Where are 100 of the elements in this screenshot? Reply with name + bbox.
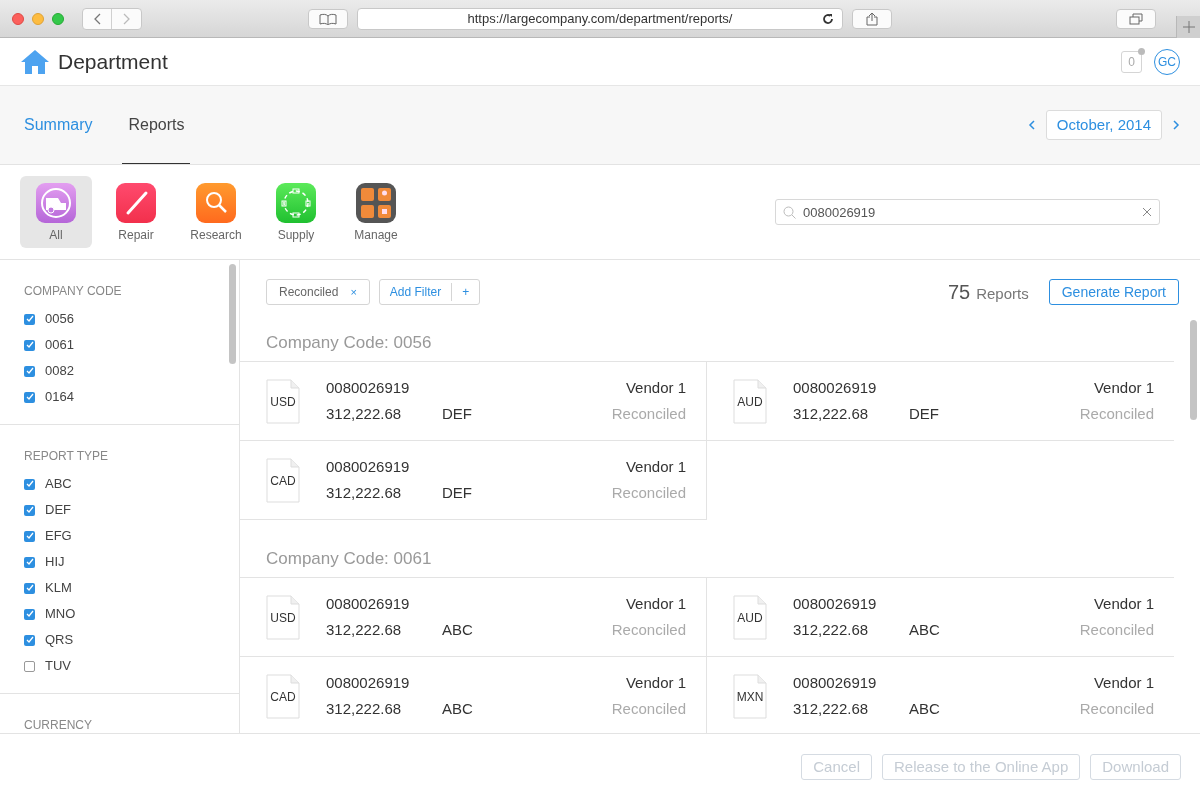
clear-icon[interactable] bbox=[1142, 207, 1152, 217]
currency-label: USD bbox=[270, 395, 296, 408]
section-heading: REPORT TYPE bbox=[24, 448, 110, 465]
report-card[interactable]: USD 0080026919 312,222.68 DEF Vendor 1 Reconciled bbox=[240, 362, 707, 441]
report-number: 0080026919 bbox=[326, 593, 411, 614]
search-icon bbox=[783, 206, 796, 219]
checkbox-label: KLM bbox=[45, 579, 72, 598]
report-card[interactable]: USD 0080026919 312,222.68 ABC Vendor 1 Reconciled bbox=[240, 578, 707, 657]
vendor-name: Vendor 1 bbox=[625, 593, 686, 614]
scrollbar[interactable] bbox=[1190, 320, 1197, 420]
category-tab[interactable]: Repair bbox=[100, 176, 172, 248]
book-icon bbox=[319, 13, 337, 25]
report-card[interactable]: CAD 0080026919 312,222.68 DEF Vendor 1 Reconciled bbox=[240, 441, 707, 520]
checkbox[interactable] bbox=[24, 634, 35, 646]
checkbox[interactable] bbox=[24, 391, 35, 403]
report-amount: 312,222.68 bbox=[326, 404, 403, 424]
report-status: Reconciled bbox=[1079, 699, 1154, 719]
ring-icon bbox=[276, 183, 316, 223]
checkbox[interactable] bbox=[24, 530, 35, 542]
vendor-name: Vendor 1 bbox=[1093, 593, 1154, 614]
checkbox[interactable] bbox=[24, 556, 35, 568]
url-text: https://largecompany.com/department/reports/ bbox=[467, 10, 733, 29]
report-type: ABC bbox=[442, 699, 473, 719]
checkbox[interactable] bbox=[24, 608, 35, 620]
checkbox-label: EFG bbox=[45, 527, 72, 546]
report-card[interactable]: CAD 0080026919 312,222.68 ABC Vendor 1 Reconciled bbox=[240, 657, 707, 733]
currency-label: MXN bbox=[736, 690, 764, 703]
grid-icon bbox=[356, 183, 396, 223]
report-status: Reconciled bbox=[611, 620, 686, 640]
generate-report-button[interactable]: Generate Report bbox=[1048, 279, 1179, 305]
previous-month-icon[interactable] bbox=[1027, 119, 1036, 131]
checkbox[interactable] bbox=[24, 504, 35, 516]
category-tab[interactable]: Supply bbox=[260, 176, 332, 248]
currency-label: CAD bbox=[270, 474, 296, 487]
report-status: Reconciled bbox=[1079, 620, 1154, 640]
vendor-name: Vendor 1 bbox=[625, 456, 686, 477]
report-amount: 312,222.68 bbox=[793, 404, 870, 424]
checkbox[interactable] bbox=[24, 339, 35, 351]
report-number: 0080026919 bbox=[793, 672, 878, 693]
close-icon[interactable] bbox=[12, 12, 24, 25]
add-filter-button[interactable]: Add Filter bbox=[379, 283, 453, 301]
report-status: Reconciled bbox=[611, 404, 686, 424]
app-title: Department bbox=[58, 48, 168, 75]
nav-tab[interactable]: Summary bbox=[24, 86, 93, 164]
report-type: DEF bbox=[442, 404, 472, 424]
report-number: 0080026919 bbox=[326, 672, 411, 693]
report-type: ABC bbox=[909, 620, 940, 640]
chevron-left-icon bbox=[93, 12, 101, 25]
tabs-button[interactable] bbox=[1116, 9, 1156, 29]
reader-button[interactable] bbox=[308, 9, 348, 29]
group-heading: Company Code: 0061 bbox=[265, 547, 433, 570]
scrollbar[interactable] bbox=[229, 264, 236, 364]
chevron-right-icon bbox=[122, 12, 131, 25]
report-number: 0080026919 bbox=[326, 456, 411, 477]
report-type: DEF bbox=[442, 483, 472, 503]
nav-tab[interactable]: Reports bbox=[122, 86, 191, 164]
reload-icon[interactable] bbox=[822, 13, 834, 25]
report-status: Reconciled bbox=[1079, 404, 1154, 424]
section-heading: CURRENCY bbox=[24, 717, 93, 733]
share-button[interactable] bbox=[852, 9, 892, 29]
category-tab[interactable]: Manage bbox=[340, 176, 412, 248]
checkbox[interactable] bbox=[24, 660, 35, 672]
vendor-name: Vendor 1 bbox=[1093, 377, 1154, 398]
report-type: ABC bbox=[442, 620, 473, 640]
minimize-icon[interactable] bbox=[32, 12, 44, 25]
report-amount: 312,222.68 bbox=[793, 699, 870, 719]
month-picker[interactable]: October, 2014 bbox=[1045, 110, 1162, 140]
group-heading: Company Code: 0056 bbox=[265, 331, 433, 354]
checkbox[interactable] bbox=[24, 582, 35, 594]
plus-icon bbox=[1182, 21, 1195, 33]
maximize-icon[interactable] bbox=[52, 12, 64, 25]
checkbox-label: 0056 bbox=[45, 310, 74, 329]
checkbox-label: DEF bbox=[45, 501, 71, 520]
report-number: 0080026919 bbox=[793, 593, 878, 614]
search-field[interactable]: 0080026919 bbox=[775, 199, 1160, 225]
filter-label: Reconciled bbox=[279, 284, 339, 301]
address-bar[interactable]: https://largecompany.com/department/reports/ bbox=[357, 8, 843, 30]
document-icon bbox=[266, 594, 300, 640]
next-month-icon[interactable] bbox=[1172, 119, 1180, 131]
report-card[interactable]: AUD 0080026919 312,222.68 ABC Vendor 1 Reconciled bbox=[707, 578, 1174, 657]
report-card[interactable]: AUD 0080026919 312,222.68 DEF Vendor 1 Reconciled bbox=[707, 362, 1174, 441]
add-button[interactable]: + bbox=[452, 283, 480, 301]
checkbox-label: TUV bbox=[45, 657, 71, 676]
checkbox-label: 0082 bbox=[45, 362, 74, 381]
checkbox[interactable] bbox=[24, 478, 35, 490]
report-amount: 312,222.68 bbox=[793, 620, 870, 640]
report-status: Reconciled bbox=[611, 483, 686, 503]
checkbox[interactable] bbox=[24, 365, 35, 377]
category-tab[interactable]: Research bbox=[180, 176, 252, 248]
checkbox[interactable] bbox=[24, 313, 35, 325]
report-amount: 312,222.68 bbox=[326, 620, 403, 640]
remove-filter-button[interactable]: × bbox=[350, 283, 357, 301]
currency-label: AUD bbox=[737, 611, 763, 624]
home-icon[interactable] bbox=[20, 48, 50, 75]
checkbox-label: 0061 bbox=[45, 336, 74, 355]
report-count: 75 bbox=[947, 280, 971, 305]
document-icon bbox=[266, 378, 300, 424]
report-card[interactable]: MXN 0080026919 312,222.68 ABC Vendor 1 Reconciled bbox=[707, 657, 1174, 733]
checkbox-label: ABC bbox=[45, 475, 72, 494]
category-tab[interactable]: All bbox=[20, 176, 92, 248]
